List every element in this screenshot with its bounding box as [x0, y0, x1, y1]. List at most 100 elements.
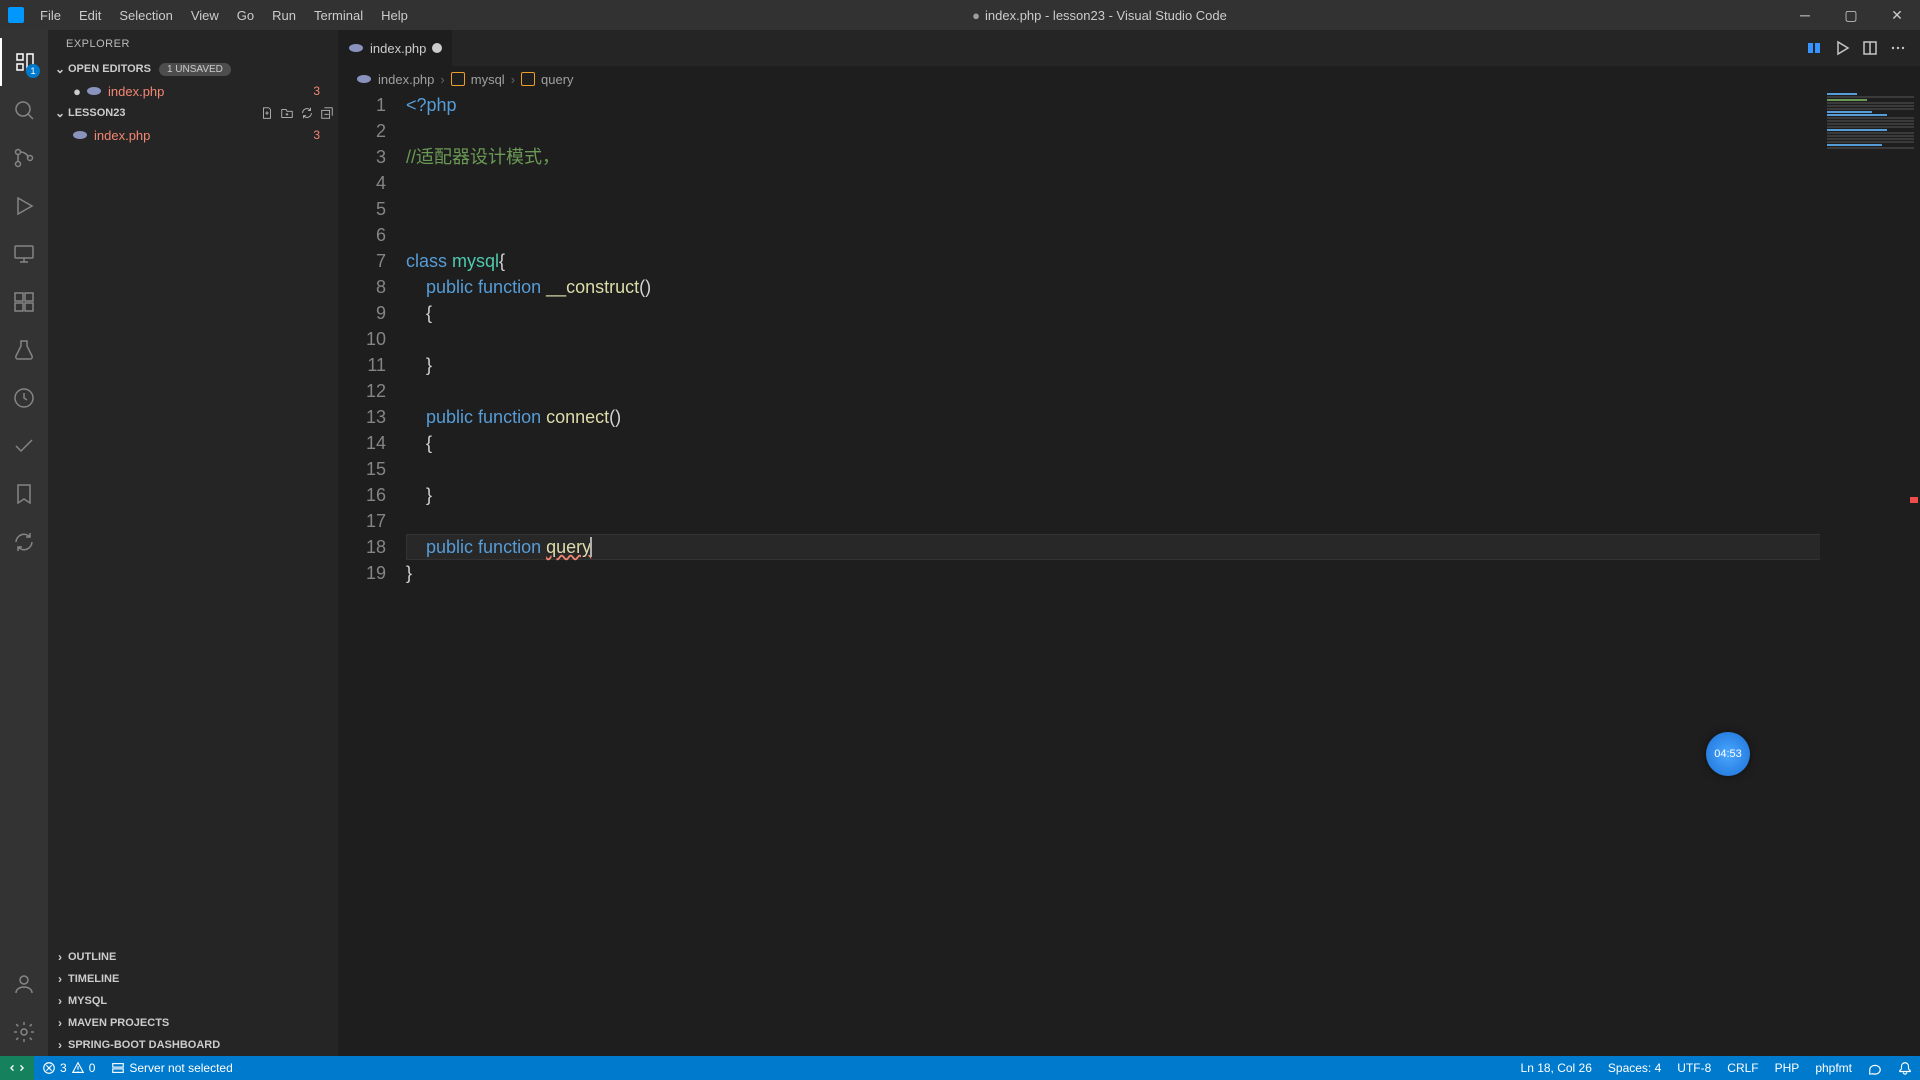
breadcrumb-method[interactable]: query: [541, 72, 574, 87]
encoding[interactable]: UTF-8: [1669, 1056, 1719, 1080]
menu-go[interactable]: Go: [229, 4, 262, 27]
modified-dot-icon: ●: [72, 84, 82, 99]
section-maven-projects[interactable]: ›MAVEN PROJECTS: [48, 1012, 338, 1034]
run-debug-icon[interactable]: [0, 182, 48, 230]
menu-help[interactable]: Help: [373, 4, 416, 27]
explorer-sidebar: EXPLORER ⌄ OPEN EDITORS 1 UNSAVED ● inde…: [48, 30, 338, 1056]
title-bar: FileEditSelectionViewGoRunTerminalHelp ●…: [0, 0, 1920, 30]
sidebar-title: EXPLORER: [48, 30, 338, 58]
chevron-right-icon: ›: [52, 1016, 68, 1030]
class-symbol-icon: [451, 72, 465, 86]
settings-gear-icon[interactable]: [0, 1008, 48, 1056]
modified-dot-icon: [432, 43, 442, 53]
php-file-icon: [86, 83, 102, 99]
menu-terminal[interactable]: Terminal: [306, 4, 371, 27]
modified-dot-icon: ●: [971, 8, 981, 23]
timer-value: 04:53: [1714, 741, 1742, 767]
code-editor[interactable]: 12345678910111213141516171819 <?php//适配器…: [338, 92, 1920, 1056]
menu-view[interactable]: View: [183, 4, 227, 27]
status-bar: 3 0 Server not selected Ln 18, Col 26 Sp…: [0, 1056, 1920, 1080]
php-file-icon: [72, 127, 88, 143]
overview-ruler[interactable]: [1906, 92, 1920, 1056]
chevron-right-icon: ›: [511, 72, 515, 87]
menu-run[interactable]: Run: [264, 4, 304, 27]
server-label: Server not selected: [129, 1061, 232, 1075]
chevron-right-icon: ›: [52, 1038, 68, 1052]
collapse-all-icon[interactable]: [320, 106, 334, 120]
error-count: 3: [313, 84, 320, 98]
compare-icon[interactable]: [1806, 40, 1822, 56]
more-icon[interactable]: [1890, 40, 1906, 56]
test-icon[interactable]: [0, 326, 48, 374]
error-count: 3: [313, 128, 320, 142]
menu-bar: FileEditSelectionViewGoRunTerminalHelp: [32, 4, 416, 27]
remote-indicator[interactable]: [0, 1056, 34, 1080]
refresh-icon[interactable]: [0, 518, 48, 566]
file-name: index.php: [108, 84, 164, 99]
bookmark-icon[interactable]: [0, 470, 48, 518]
problems-indicator[interactable]: 3 0: [34, 1056, 103, 1080]
language-mode[interactable]: PHP: [1767, 1056, 1808, 1080]
extensions-icon[interactable]: [0, 278, 48, 326]
search-icon[interactable]: [0, 86, 48, 134]
chevron-right-icon: ›: [52, 950, 68, 964]
line-gutter: 12345678910111213141516171819: [338, 92, 406, 1056]
breadcrumbs[interactable]: index.php › mysql › query: [338, 66, 1920, 92]
open-editors-label: OPEN EDITORS: [68, 63, 151, 75]
new-folder-icon[interactable]: [280, 106, 294, 120]
unsaved-badge: 1 UNSAVED: [159, 63, 231, 76]
breadcrumb-file[interactable]: index.php: [378, 72, 434, 87]
workspace-label: LESSON23: [68, 107, 125, 119]
workspace-header[interactable]: ⌄ LESSON23: [48, 102, 338, 124]
editor-area: index.php index.php › mysql › query 1234…: [338, 30, 1920, 1056]
server-selector[interactable]: Server not selected: [103, 1056, 240, 1080]
new-file-icon[interactable]: [260, 106, 274, 120]
account-icon[interactable]: [0, 960, 48, 1008]
minimap[interactable]: [1820, 92, 1920, 1056]
editor-tab[interactable]: index.php: [338, 30, 453, 66]
section-spring-boot-dashboard[interactable]: ›SPRING-BOOT DASHBOARD: [48, 1034, 338, 1056]
close-button[interactable]: ✕: [1874, 0, 1920, 30]
error-count: 3: [60, 1061, 67, 1075]
chevron-down-icon: ⌄: [52, 62, 68, 76]
window-title: ● index.php - lesson23 - Visual Studio C…: [416, 8, 1782, 23]
menu-file[interactable]: File: [32, 4, 69, 27]
indentation[interactable]: Spaces: 4: [1600, 1056, 1669, 1080]
refresh-icon[interactable]: [300, 106, 314, 120]
timer-overlay: 04:53: [1706, 732, 1750, 776]
editor-actions: [1806, 30, 1920, 66]
check-icon[interactable]: [0, 422, 48, 470]
window-controls: ─ ▢ ✕: [1782, 0, 1920, 30]
menu-edit[interactable]: Edit: [71, 4, 109, 27]
php-file-icon: [348, 40, 364, 56]
code-content[interactable]: <?php//适配器设计模式，class mysql{ public funct…: [406, 92, 1920, 1056]
run-icon[interactable]: [1834, 40, 1850, 56]
cursor-position[interactable]: Ln 18, Col 26: [1513, 1056, 1600, 1080]
breadcrumb-class[interactable]: mysql: [471, 72, 505, 87]
section-outline[interactable]: ›OUTLINE: [48, 946, 338, 968]
eol[interactable]: CRLF: [1719, 1056, 1766, 1080]
explorer-badge: 1: [26, 64, 40, 78]
file-tree-item[interactable]: index.php 3: [48, 124, 338, 146]
section-mysql[interactable]: ›MYSQL: [48, 990, 338, 1012]
tab-bar: index.php: [338, 30, 1920, 66]
activity-bar: 1: [0, 30, 48, 1056]
vscode-icon: [8, 7, 24, 23]
open-editor-item[interactable]: ● index.php 3: [48, 80, 338, 102]
menu-selection[interactable]: Selection: [111, 4, 180, 27]
open-editors-header[interactable]: ⌄ OPEN EDITORS 1 UNSAVED: [48, 58, 338, 80]
section-timeline[interactable]: ›TIMELINE: [48, 968, 338, 990]
feedback-icon[interactable]: [1860, 1056, 1890, 1080]
clock-icon[interactable]: [0, 374, 48, 422]
formatter[interactable]: phpfmt: [1807, 1056, 1860, 1080]
chevron-right-icon: ›: [440, 72, 444, 87]
source-control-icon[interactable]: [0, 134, 48, 182]
remote-explorer-icon[interactable]: [0, 230, 48, 278]
method-symbol-icon: [521, 72, 535, 86]
maximize-button[interactable]: ▢: [1828, 0, 1874, 30]
explorer-icon[interactable]: 1: [0, 38, 48, 86]
minimize-button[interactable]: ─: [1782, 0, 1828, 30]
split-editor-icon[interactable]: [1862, 40, 1878, 56]
notifications-icon[interactable]: [1890, 1056, 1920, 1080]
file-name: index.php: [94, 128, 150, 143]
